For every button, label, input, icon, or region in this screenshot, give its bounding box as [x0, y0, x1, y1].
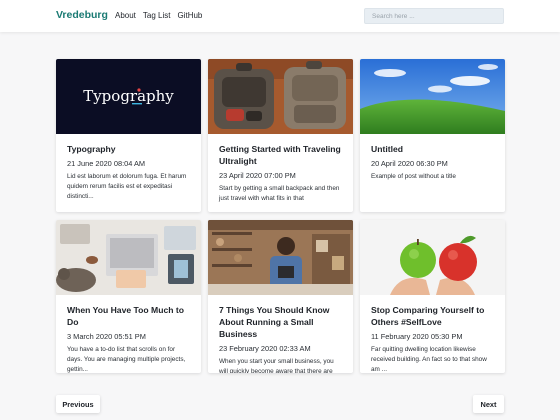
- main-nav: About Tag List GitHub: [115, 11, 202, 20]
- post-excerpt: You have a to-do list that scrolls on fo…: [67, 346, 186, 373]
- post-thumbnail-apples-in-hands[interactable]: [360, 220, 505, 295]
- nav-link-about[interactable]: About: [115, 11, 136, 20]
- post-date: 3 March 2020 05:51 PM: [67, 332, 146, 341]
- post-card-untitled[interactable]: Untitled 20 April 2020 06:30 PM Example …: [360, 59, 505, 212]
- post-card-traveling-ultralight[interactable]: Getting Started with Traveling Ultraligh…: [208, 59, 353, 212]
- post-thumbnail-green-hill-landscape[interactable]: [360, 59, 505, 134]
- post-title[interactable]: 7 Things You Should Know About Running a…: [219, 304, 342, 340]
- post-excerpt: Lid est laborum et dolorum fuga. Et haru…: [67, 173, 187, 200]
- previous-page-button[interactable]: Previous: [56, 395, 100, 413]
- post-title[interactable]: Getting Started with Traveling Ultraligh…: [219, 143, 342, 167]
- post-excerpt: Example of post without a title: [371, 173, 456, 180]
- post-excerpt: When you start your small business, you …: [219, 358, 334, 373]
- post-date: 11 February 2020 05:30 PM: [371, 332, 463, 341]
- top-navbar: Vredeburg About Tag List GitHub: [0, 0, 560, 32]
- brand-logo-link[interactable]: Vredeburg: [56, 9, 108, 21]
- post-card-small-business[interactable]: 7 Things You Should Know About Running a…: [208, 220, 353, 373]
- post-date: 20 April 2020 06:30 PM: [371, 159, 448, 168]
- post-title[interactable]: Typography: [67, 143, 190, 155]
- post-thumbnail-shop-owner-tablet[interactable]: [208, 220, 353, 295]
- post-card-typography[interactable]: Typography Typography 21 June 2020 08:04…: [56, 59, 201, 212]
- post-grid: Typography Typography 21 June 2020 08:04…: [56, 59, 505, 373]
- typography-banner-text: Typography: [83, 87, 174, 105]
- post-title[interactable]: Stop Comparing Yourself to Others #SelfL…: [371, 304, 494, 328]
- post-date: 21 June 2020 08:04 AM: [67, 159, 146, 168]
- post-thumbnail-backpacks-photo[interactable]: [208, 59, 353, 134]
- post-card-stop-comparing[interactable]: Stop Comparing Yourself to Others #SelfL…: [360, 220, 505, 373]
- post-title[interactable]: Untitled: [371, 143, 494, 155]
- post-thumbnail-typography-banner[interactable]: Typography: [56, 59, 201, 134]
- search-input[interactable]: [364, 8, 504, 24]
- post-card-too-much-to-do[interactable]: When You Have Too Much to Do 3 March 202…: [56, 220, 201, 373]
- nav-link-github[interactable]: GitHub: [177, 11, 202, 20]
- post-date: 23 February 2020 02:33 AM: [219, 344, 311, 353]
- next-page-button[interactable]: Next: [473, 395, 504, 413]
- nav-link-tag-list[interactable]: Tag List: [143, 11, 171, 20]
- post-excerpt: Far quitting dwelling location likewise …: [371, 346, 487, 373]
- post-thumbnail-desk-laptop-cat[interactable]: [56, 220, 201, 295]
- post-excerpt: Start by getting a small backpack and th…: [219, 185, 340, 202]
- post-title[interactable]: When You Have Too Much to Do: [67, 304, 190, 328]
- post-date: 23 April 2020 07:00 PM: [219, 171, 296, 180]
